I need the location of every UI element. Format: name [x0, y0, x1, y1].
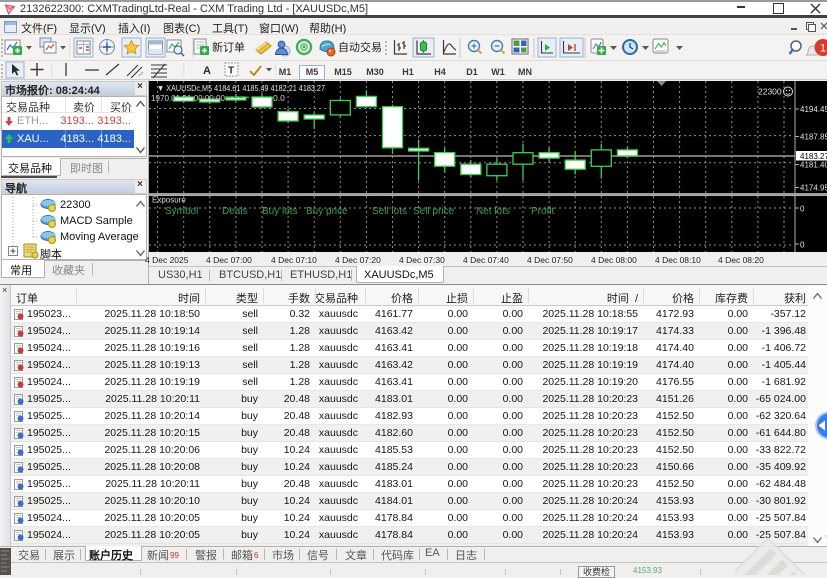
svg-text:自动交易: 自动交易 [338, 40, 382, 54]
svg-text:Exposure: Exposure [152, 196, 186, 205]
svg-text:22300: 22300 [758, 87, 782, 97]
svg-text:Deals: Deals [222, 206, 248, 217]
svg-text:0: 0 [800, 205, 805, 214]
svg-text:0.0: 0.0 [273, 93, 285, 103]
svg-text:新订单: 新订单 [212, 40, 245, 54]
svg-text:4187.85: 4187.85 [800, 133, 827, 142]
svg-text:T: T [228, 66, 234, 77]
svg-text:Buy lots: Buy lots [262, 206, 298, 217]
svg-text:0: 0 [800, 241, 805, 250]
svg-text:Net lots: Net lots [476, 206, 510, 217]
svg-text:Buy price: Buy price [306, 206, 348, 217]
svg-text:▼ XAUUSDc,M5 4184.61 4185.49: ▼ XAUUSDc,M5 4184.61 4185.49 4182.21 418… [157, 83, 325, 93]
svg-text:4194.45: 4194.45 [800, 105, 827, 114]
svg-text:A: A [203, 65, 211, 77]
svg-text:4181.40: 4181.40 [800, 161, 827, 170]
svg-text:1970.01.01 00:00:00: 1970.01.01 00:00:00 [151, 93, 225, 103]
svg-text:1: 1 [820, 43, 826, 55]
svg-text:4174.95: 4174.95 [800, 184, 827, 193]
svg-text:4183.27: 4183.27 [800, 152, 827, 161]
svg-text:Sell price: Sell price [413, 206, 455, 217]
svg-text:Sell lots: Sell lots [372, 206, 407, 217]
svg-text:Symbol: Symbol [165, 206, 198, 217]
svg-text:Profit: Profit [531, 206, 555, 217]
